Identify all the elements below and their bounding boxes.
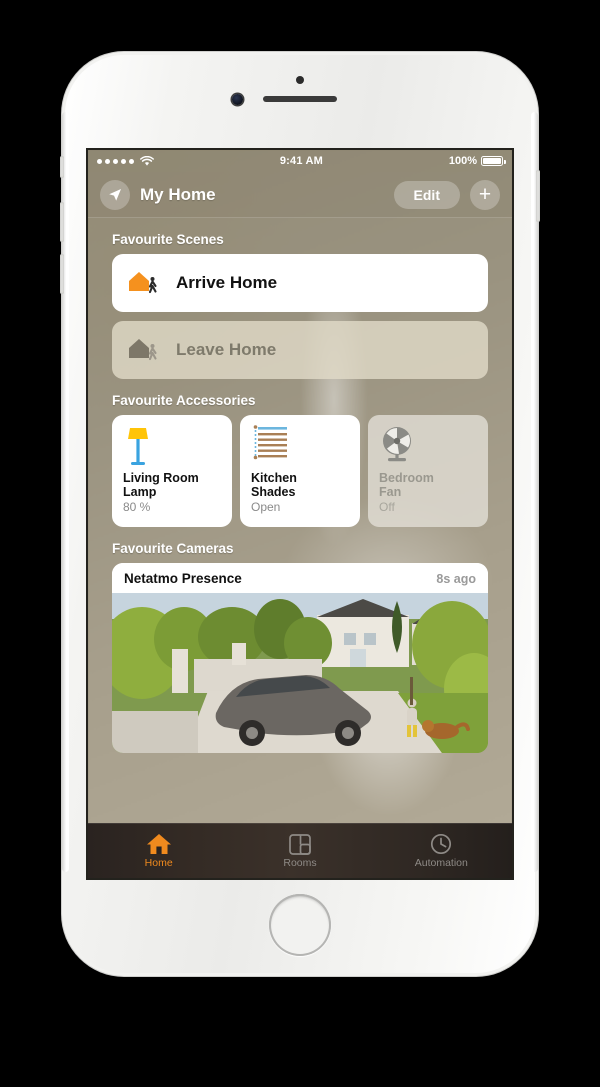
accessory-icon-wrap — [251, 425, 350, 471]
accessory-name-line2: Lamp — [123, 485, 157, 499]
accessory-name-line2: Shades — [251, 485, 296, 499]
edit-button[interactable]: Edit — [393, 180, 460, 209]
section-title-cameras: Favourite Cameras — [112, 541, 234, 556]
accessories-row: Living Room Lamp 80 % Kitchen Shades Ope… — [112, 415, 488, 527]
accessory-state: Open — [251, 500, 281, 514]
scene-card-arrive-home[interactable]: Arrive Home — [112, 254, 488, 312]
add-button[interactable]: + — [470, 179, 500, 210]
location-button[interactable] — [100, 179, 130, 210]
wifi-icon — [140, 155, 154, 166]
power-button[interactable] — [536, 170, 540, 222]
accessory-card-kitchen-shades[interactable]: Kitchen Shades Open — [240, 415, 360, 527]
page-title: My Home — [140, 184, 216, 204]
camera-card[interactable]: Netatmo Presence 8s ago — [112, 563, 488, 753]
status-time: 9:41 AM — [279, 155, 324, 167]
volume-down-button[interactable] — [60, 254, 64, 294]
signal-dot — [105, 158, 110, 164]
proximity-sensor — [296, 76, 304, 84]
section-title-scenes: Favourite Scenes — [112, 232, 224, 247]
earpiece-speaker — [263, 96, 337, 102]
window-blinds-icon — [253, 425, 287, 460]
accessory-state: Off — [379, 500, 395, 514]
home-button[interactable] — [269, 894, 331, 956]
signal-dot — [113, 158, 118, 164]
status-signal — [88, 155, 154, 167]
camera-feed-image[interactable] — [112, 593, 488, 753]
signal-dot — [121, 158, 126, 164]
tab-label: Home — [144, 857, 173, 869]
fan-icon — [383, 427, 411, 462]
accessory-card-bedroom-fan[interactable]: Bedroom Fan Off — [368, 415, 488, 527]
volume-up-button[interactable] — [60, 202, 64, 242]
floor-lamp-icon — [128, 428, 148, 465]
battery-percent-label: 100% — [448, 155, 477, 167]
section-title-accessories: Favourite Accessories — [112, 393, 256, 408]
house-arrive-icon — [129, 272, 157, 294]
accessory-name-line1: Kitchen — [251, 471, 297, 485]
tab-automation[interactable]: Automation — [371, 824, 512, 878]
accessory-icon-wrap — [123, 425, 222, 471]
tab-label: Rooms — [283, 857, 317, 869]
accessory-state: 80 % — [123, 500, 151, 514]
accessory-name-line1: Bedroom — [379, 471, 434, 485]
home-content: Favourite Scenes Arrive Home Leave Home … — [88, 218, 512, 824]
signal-dot — [97, 158, 102, 164]
location-arrow-icon — [109, 188, 121, 201]
scene-label: Leave Home — [176, 340, 277, 359]
front-camera — [232, 94, 243, 105]
navigation-bar: My Home Edit + — [88, 172, 512, 218]
tab-bar: Home Rooms Automation — [88, 823, 512, 878]
rooms-grid-icon — [289, 834, 311, 855]
camera-scene — [112, 593, 488, 753]
accessory-card-living-room-lamp[interactable]: Living Room Lamp 80 % — [112, 415, 232, 527]
iphone-device: 9:41 AM 100% My Home Edit + Favourite Sc… — [60, 52, 540, 976]
phone-screen: 9:41 AM 100% My Home Edit + Favourite Sc… — [88, 150, 512, 878]
battery-icon — [481, 156, 506, 166]
accessory-name-line1: Living Room — [123, 471, 199, 485]
home-icon — [146, 834, 171, 854]
status-bar: 9:41 AM 100% — [88, 150, 512, 172]
silent-switch[interactable] — [60, 156, 64, 178]
tab-rooms[interactable]: Rooms — [229, 824, 370, 878]
accessory-icon-wrap — [379, 425, 478, 471]
device-right-edge — [531, 112, 538, 872]
camera-timestamp: 8s ago — [436, 571, 476, 586]
scene-label: Arrive Home — [176, 273, 278, 292]
status-battery: 100% — [449, 155, 512, 167]
camera-header: Netatmo Presence 8s ago — [112, 563, 488, 593]
signal-dot — [129, 158, 134, 164]
accessory-name-line2: Fan — [379, 485, 402, 499]
house-leave-icon — [129, 339, 157, 361]
camera-name: Netatmo Presence — [124, 571, 242, 586]
tab-home[interactable]: Home — [88, 824, 229, 878]
clock-icon — [431, 833, 452, 855]
scene-card-leave-home[interactable]: Leave Home — [112, 321, 488, 379]
tab-label: Automation — [414, 857, 468, 869]
